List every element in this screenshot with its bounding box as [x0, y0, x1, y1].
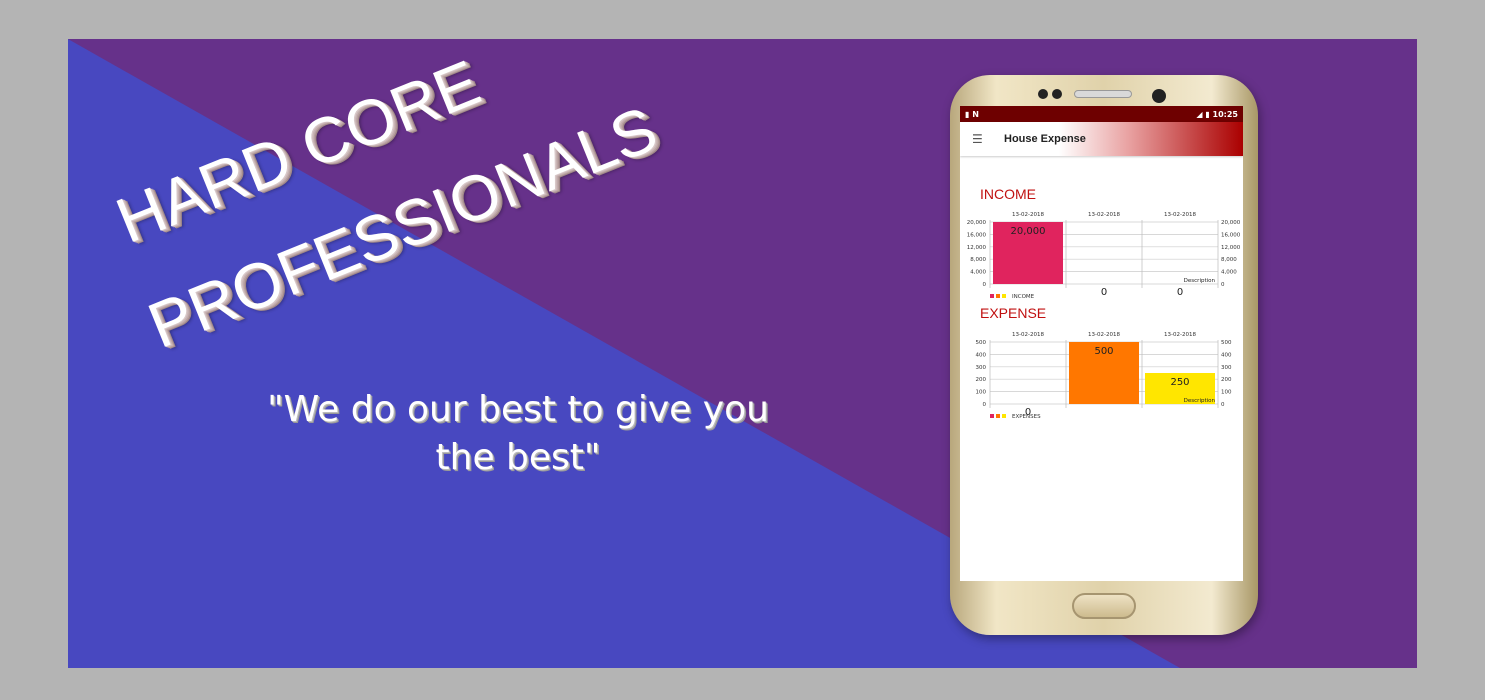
income-y-tick-left: 4,000: [970, 270, 986, 276]
income-y-tick-right: 16,000: [1221, 232, 1241, 238]
income-date-label: 13-02-2018: [1012, 212, 1044, 218]
expense-value-label: 500: [1094, 346, 1113, 357]
income-legend-swatch: [990, 294, 994, 298]
speaker-grille: [1074, 90, 1132, 98]
income-value-label: 0: [1101, 287, 1107, 298]
income-date-label: 13-02-2018: [1088, 212, 1120, 218]
sensor-icon: [1052, 89, 1062, 99]
income-value-label: 20,000: [1011, 226, 1046, 237]
income-description: Description: [1184, 278, 1216, 284]
expense-y-tick-left: 300: [976, 365, 987, 371]
income-value-label: 0: [1177, 287, 1183, 298]
status-bar: ▮ N ◢ ▮ 10:25: [960, 106, 1243, 122]
expense-y-tick-right: 300: [1221, 365, 1232, 371]
expense-date-label: 13-02-2018: [1164, 332, 1196, 338]
income-y-tick-right: 8,000: [1221, 257, 1237, 263]
income-legend-swatch: [1002, 294, 1006, 298]
quote-line1: "We do our best to give you: [267, 389, 769, 430]
expense-y-tick-left: 500: [976, 340, 987, 346]
expense-y-tick-left: 0: [983, 402, 987, 408]
expense-y-tick-right: 200: [1221, 377, 1232, 383]
notification-icons: ▮ N: [965, 109, 979, 119]
income-y-tick-right: 20,000: [1221, 220, 1241, 226]
expense-y-tick-left: 400: [976, 352, 987, 358]
expense-date-label: 13-02-2018: [1088, 332, 1120, 338]
income-y-tick-right: 0: [1221, 282, 1225, 288]
expense-legend-swatch: [990, 414, 994, 418]
expense-legend-swatch: [996, 414, 1000, 418]
income-y-tick-left: 16,000: [967, 232, 987, 238]
home-button[interactable]: [1072, 593, 1136, 619]
expense-legend-label: EXPENSES: [1012, 414, 1041, 420]
app-title: House Expense: [1004, 133, 1086, 145]
expense-y-tick-right: 400: [1221, 352, 1232, 358]
income-date-label: 13-02-2018: [1164, 212, 1196, 218]
expense-date-label: 13-02-2018: [1012, 332, 1044, 338]
income-chart-svg: 0 0 4,000 4,000 8,000 8,000 12,000 12,000 16,000…: [967, 212, 1241, 300]
front-camera-icon: [1152, 89, 1166, 103]
income-heading: INCOME: [980, 186, 1036, 202]
expense-description: Description: [1184, 398, 1216, 404]
expense-y-tick-right: 500: [1221, 340, 1232, 346]
income-legend-swatch: [996, 294, 1000, 298]
expense-y-tick-right: 0: [1221, 402, 1225, 408]
app-bar: ☰ House Expense: [960, 122, 1243, 156]
income-y-tick-left: 8,000: [970, 257, 986, 263]
expense-chart: 0 0 100 100 200 200 300 300 400 400 500 500 13-02-20…: [960, 328, 1243, 423]
income-y-tick-left: 12,000: [967, 245, 987, 251]
income-legend-label: INCOME: [1012, 294, 1035, 300]
sensor-icon: [1038, 89, 1048, 99]
quote-line2: the best": [435, 437, 601, 478]
expense-chart-svg: 0 0 100 100 200 200 300 300 400 400 500 500 13-02-20…: [976, 332, 1232, 420]
income-chart: 0 0 4,000 4,000 8,000 8,000 12,000 12,000 16,000…: [960, 208, 1243, 303]
expense-value-label: 250: [1170, 377, 1189, 388]
expense-legend-swatch: [1002, 414, 1006, 418]
income-y-tick-left: 0: [983, 282, 987, 288]
expense-y-tick-left: 100: [976, 390, 987, 396]
expense-y-tick-right: 100: [1221, 390, 1232, 396]
income-y-tick-right: 12,000: [1221, 245, 1241, 251]
income-y-tick-right: 4,000: [1221, 270, 1237, 276]
expense-heading: EXPENSE: [980, 305, 1047, 321]
expense-y-tick-left: 200: [976, 377, 987, 383]
battery-icon: ◢ ▮: [1196, 109, 1213, 119]
phone-screen: ▮ N ◢ ▮ 10:25 ☰ House Expense INCOME 0 0 4…: [960, 106, 1243, 581]
income-y-tick-left: 20,000: [967, 220, 987, 226]
hamburger-icon[interactable]: ☰: [972, 132, 1004, 146]
status-time: 10:25: [1212, 109, 1238, 119]
